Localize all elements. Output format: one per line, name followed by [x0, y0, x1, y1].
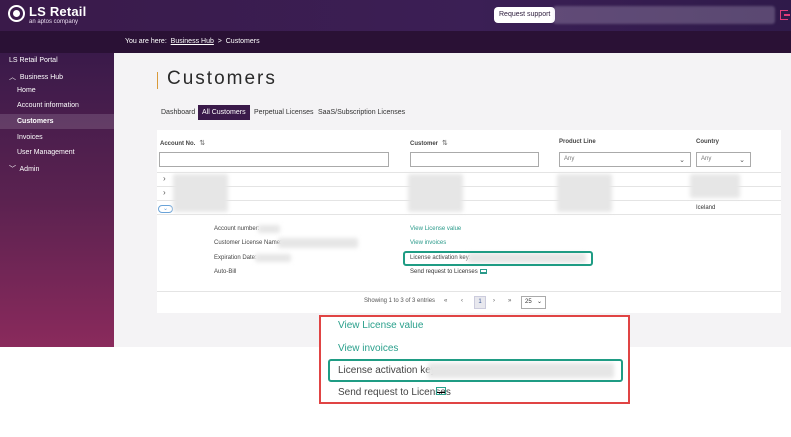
account-no-filter-input[interactable]: [159, 152, 389, 167]
page-number-button[interactable]: 1: [474, 296, 486, 309]
last-page-icon[interactable]: »: [508, 298, 511, 304]
collapse-row-icon[interactable]: ⌄: [158, 205, 173, 213]
tab-dashboard[interactable]: Dashboard: [159, 105, 197, 120]
page-size-select[interactable]: 25 ⌄: [521, 296, 546, 309]
column-header-product-line: Product Line: [559, 139, 596, 145]
customer-redacted: [408, 174, 463, 212]
select-value: Any: [564, 156, 575, 162]
account-number-redacted: [258, 225, 280, 233]
row-divider: [157, 214, 781, 215]
chevron-down-icon: ⌄: [536, 299, 542, 305]
select-value: Any: [701, 156, 712, 162]
logo-text: LS Retail: [29, 4, 87, 19]
zoom-view-invoices-link[interactable]: View invoices: [338, 343, 398, 354]
license-name-label: Customer License Name:: [214, 240, 282, 246]
account-no-redacted: [173, 174, 228, 212]
auto-bill-label: Auto-Bill: [214, 269, 237, 275]
sidebar-group-label: Business Hub: [19, 74, 64, 81]
breadcrumb: You are here: Business Hub > Customers: [125, 38, 260, 45]
mail-icon: [436, 387, 446, 395]
account-number-label: Account number:: [214, 226, 260, 232]
send-request-link[interactable]: Send request to Licenses: [410, 269, 487, 275]
product-line-filter-select[interactable]: Any ⌄: [559, 152, 691, 167]
activation-key-highlight: [403, 251, 593, 266]
column-header-customer[interactable]: Customer ⇅: [410, 139, 448, 147]
column-label: Customer: [410, 141, 439, 147]
sidebar-item-portal[interactable]: LS Retail Portal: [9, 57, 58, 64]
sidebar-item-user-management[interactable]: User Management: [17, 149, 75, 156]
breadcrumb-link-business-hub[interactable]: Business Hub: [171, 38, 214, 45]
prev-page-icon[interactable]: ‹: [461, 298, 463, 304]
row-divider: [157, 186, 781, 187]
expand-row-icon[interactable]: ›: [163, 174, 166, 183]
column-label: Account No.: [160, 141, 196, 147]
sort-icon[interactable]: ⇅: [442, 139, 448, 147]
pager-summary: Showing 1 to 3 of 3 entries: [364, 298, 436, 304]
sidebar-admin-label: Admin: [19, 166, 40, 173]
country-redacted: [690, 174, 740, 198]
sidebar-item-customers[interactable]: Customers: [17, 118, 54, 125]
chevron-up-icon: ︿: [9, 74, 16, 81]
tab-saas-subscription-licenses[interactable]: SaaS/Subscription Licenses: [316, 105, 407, 120]
product-line-redacted: [557, 174, 612, 212]
expiration-date-redacted: [255, 254, 291, 262]
breadcrumb-separator: >: [217, 38, 222, 45]
logout-icon[interactable]: [780, 10, 790, 20]
pager-divider: [157, 291, 781, 292]
app-root: LS Retail an aptos company Request suppo…: [0, 0, 791, 437]
zoom-activation-key-highlight: [328, 359, 623, 382]
page-title-accent: [157, 72, 158, 89]
logo-subtext: an aptos company: [29, 19, 79, 25]
tab-all-customers[interactable]: All Customers: [198, 105, 250, 120]
breadcrumb-current: Customers: [225, 38, 260, 45]
page-size-value: 25: [525, 299, 532, 305]
send-request-label: Send request to Licenses: [410, 269, 478, 276]
sidebar-item-home[interactable]: Home: [17, 87, 36, 94]
mail-icon: [479, 269, 487, 274]
page-title: Customers: [167, 68, 277, 89]
view-license-value-link[interactable]: View License value: [410, 226, 461, 232]
chevron-down-icon: ⌄: [739, 157, 745, 164]
license-name-redacted: [278, 238, 358, 248]
sidebar-group-admin[interactable]: ﹀ Admin: [9, 164, 39, 174]
view-invoices-link[interactable]: View invoices: [410, 240, 446, 246]
next-page-icon[interactable]: ›: [493, 298, 495, 304]
column-header-country: Country: [696, 139, 719, 145]
sidebar-group-business-hub[interactable]: ︿ Business Hub: [9, 72, 63, 82]
row-divider: [157, 172, 781, 173]
customer-filter-input[interactable]: [410, 152, 539, 167]
top-bar: LS Retail an aptos company Request suppo…: [0, 0, 791, 31]
request-support-button[interactable]: Request support: [494, 7, 556, 23]
sort-icon[interactable]: ⇅: [199, 139, 205, 147]
country-filter-select[interactable]: Any ⌄: [696, 152, 751, 167]
country-cell: Iceland: [696, 205, 716, 211]
column-header-account-no[interactable]: Account No. ⇅: [160, 139, 205, 147]
zoom-send-request-link[interactable]: Send request to Licenses: [338, 387, 451, 398]
zoom-view-license-value-link[interactable]: View License value: [338, 320, 423, 331]
expiration-date-label: Expiration Date:: [214, 255, 257, 261]
chevron-down-icon: ⌄: [679, 157, 685, 164]
sidebar: LS Retail Portal ︿ Business Hub Home Acc…: [0, 53, 114, 347]
row-divider: [157, 200, 781, 201]
sidebar-item-account-information[interactable]: Account information: [17, 102, 79, 109]
first-page-icon[interactable]: «: [444, 298, 447, 304]
breadcrumb-bar: You are here: Business Hub > Customers: [0, 31, 791, 53]
chevron-down-icon: ﹀: [9, 166, 16, 173]
logo-mark-icon: [8, 5, 25, 22]
breadcrumb-prefix: You are here:: [125, 38, 167, 45]
sidebar-item-invoices[interactable]: Invoices: [17, 134, 43, 141]
expand-row-icon[interactable]: ›: [163, 188, 166, 197]
user-info-redacted: [553, 6, 775, 24]
tab-perpetual-licenses[interactable]: Perpetual Licenses: [252, 105, 316, 120]
